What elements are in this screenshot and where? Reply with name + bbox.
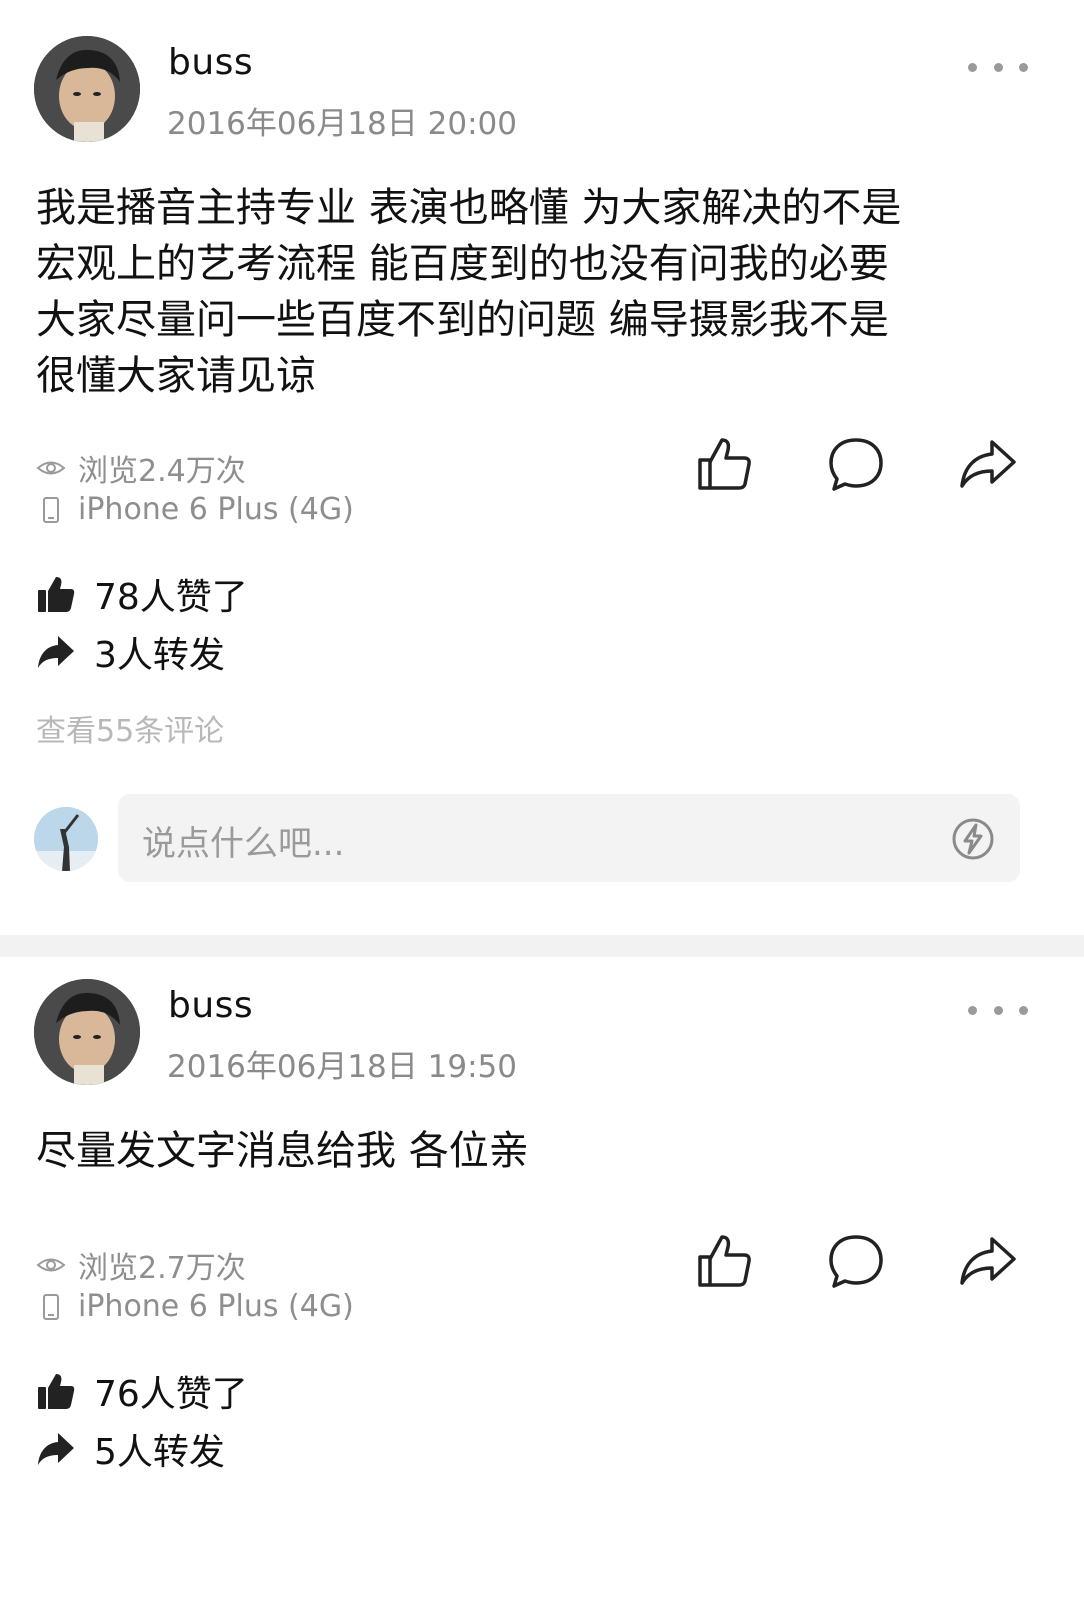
content-line: 大家尽量问一些百度不到的问题 编导摄影我不是 — [36, 297, 889, 343]
phone-icon — [36, 495, 66, 525]
share-arrow-icon — [38, 1433, 74, 1465]
post-timestamp: 2016年06月18日 20:00 — [167, 106, 517, 142]
eye-icon — [36, 1250, 66, 1280]
like-button[interactable] — [694, 434, 754, 494]
repost-count-text: 5人转发 — [94, 1432, 225, 1473]
repost-count[interactable]: 3人转发 — [36, 626, 225, 678]
comment-button[interactable] — [826, 1231, 886, 1291]
author-avatar[interactable] — [34, 36, 140, 142]
thumbs-up-icon — [698, 1235, 751, 1287]
view-comments-link[interactable]: 查看55条评论 — [36, 706, 224, 750]
post-1: buss 2016年06月18日 20:00 我是播音主持专业 表演也略懂 为大… — [0, 0, 1084, 935]
phone-icon — [36, 1292, 66, 1322]
eye-icon — [36, 453, 66, 483]
comment-bubble-icon — [829, 1235, 883, 1288]
content-line: 宏观上的艺考流程 能百度到的也没有问我的必要 — [36, 241, 889, 287]
like-count[interactable]: 76人赞了 — [36, 1365, 248, 1417]
lightning-icon[interactable] — [950, 816, 996, 862]
more-dots-icon — [968, 62, 977, 72]
repost-count[interactable]: 5人转发 — [36, 1423, 225, 1475]
view-count: 浏览2.7万次 — [36, 1243, 246, 1287]
author-avatar[interactable] — [34, 979, 140, 1085]
more-dots-icon — [968, 1005, 977, 1015]
author-name[interactable]: buss — [168, 985, 253, 1026]
like-button[interactable] — [694, 1231, 754, 1291]
share-button[interactable] — [958, 1231, 1018, 1291]
device-text: iPhone 6 Plus (4G) — [78, 1289, 354, 1324]
device-text: iPhone 6 Plus (4G) — [78, 492, 354, 527]
thumbs-up-icon — [38, 1374, 75, 1409]
post-content: 尽量发文字消息给我 各位亲 — [36, 1123, 1036, 1179]
share-arrow-icon — [960, 1237, 1016, 1285]
user-avatar[interactable] — [34, 807, 98, 871]
thumbs-up-icon — [698, 438, 751, 490]
post-content: 我是播音主持专业 表演也略懂 为大家解决的不是 宏观上的艺考流程 能百度到的也没… — [36, 180, 1036, 404]
like-count-text: 76人赞了 — [94, 1374, 248, 1415]
view-count: 浏览2.4万次 — [36, 446, 246, 490]
like-count-text: 78人赞了 — [94, 577, 248, 618]
device-info: iPhone 6 Plus (4G) — [36, 1289, 354, 1324]
content-line: 尽量发文字消息给我 各位亲 — [36, 1128, 529, 1174]
comment-input[interactable]: 说点什么吧... — [118, 794, 1020, 882]
share-arrow-icon — [38, 636, 74, 668]
content-line: 很懂大家请见谅 — [36, 353, 316, 399]
share-arrow-icon — [960, 440, 1016, 488]
more-options-button[interactable] — [968, 995, 1028, 1025]
share-button[interactable] — [958, 434, 1018, 494]
post-separator — [0, 935, 1084, 957]
device-info: iPhone 6 Plus (4G) — [36, 492, 354, 527]
more-options-button[interactable] — [968, 52, 1028, 82]
comment-button[interactable] — [826, 434, 886, 494]
thumbs-up-icon — [38, 577, 75, 612]
view-count-text: 浏览2.7万次 — [78, 1251, 246, 1286]
comment-placeholder: 说点什么吧... — [142, 824, 345, 864]
repost-count-text: 3人转发 — [94, 635, 225, 676]
like-count[interactable]: 78人赞了 — [36, 568, 248, 620]
post-2: buss 2016年06月18日 19:50 尽量发文字消息给我 各位亲 浏览2… — [0, 957, 1084, 1613]
comment-bubble-icon — [829, 438, 883, 491]
author-name[interactable]: buss — [168, 42, 253, 83]
content-line: 我是播音主持专业 表演也略懂 为大家解决的不是 — [36, 185, 902, 231]
post-timestamp: 2016年06月18日 19:50 — [167, 1049, 517, 1085]
view-count-text: 浏览2.4万次 — [78, 454, 246, 489]
